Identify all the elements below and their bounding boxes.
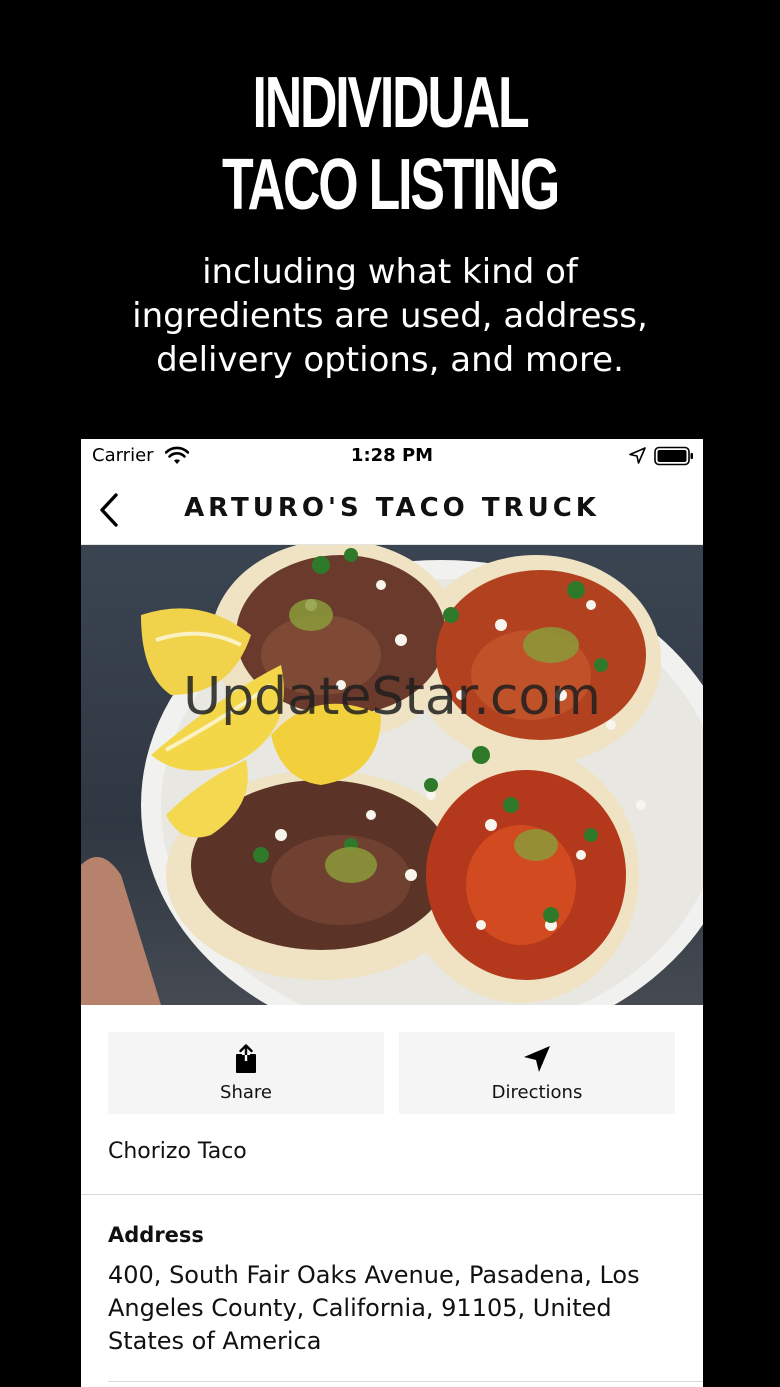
promo-title-line-1: INDIVIDUAL — [252, 63, 529, 143]
promo-title-line-2: TACO LISTING — [222, 145, 560, 225]
promo-subtitle: including what kind of ingredients are u… — [132, 252, 648, 380]
directions-label: Directions — [491, 1081, 583, 1103]
share-label: Share — [220, 1081, 272, 1103]
status-time: 1:28 PM — [350, 445, 434, 466]
status-bar: Carrier 1:28 PM — [81, 439, 703, 475]
address-label: Address — [108, 1223, 204, 1247]
location-arrow-icon — [629, 447, 646, 469]
share-icon — [236, 1043, 256, 1073]
promo-title: INDIVIDUAL TACO LISTING — [109, 62, 671, 226]
navigation-bar: ARTURO'S TACO TRUCK — [81, 475, 703, 545]
directions-arrow-icon — [524, 1045, 550, 1072]
divider — [81, 1194, 703, 1195]
share-button[interactable]: Share — [108, 1032, 384, 1114]
phone-screen: Carrier 1:28 PM ARTURO'S TACO TRUCK Upda… — [81, 439, 703, 1387]
item-name: Chorizo Taco — [108, 1139, 247, 1164]
page-title: ARTURO'S TACO TRUCK — [184, 493, 600, 523]
action-row: Share Directions — [108, 1032, 676, 1114]
taco-photo: UpdateStar.com — [81, 545, 703, 1005]
address-value[interactable]: 400, South Fair Oaks Avenue, Pasadena, L… — [108, 1259, 688, 1358]
divider — [108, 1381, 703, 1382]
directions-button[interactable]: Directions — [399, 1032, 675, 1114]
taco-photo-illustration — [81, 545, 703, 1005]
watermark: UpdateStar.com — [183, 667, 601, 727]
battery-icon — [654, 446, 694, 471]
